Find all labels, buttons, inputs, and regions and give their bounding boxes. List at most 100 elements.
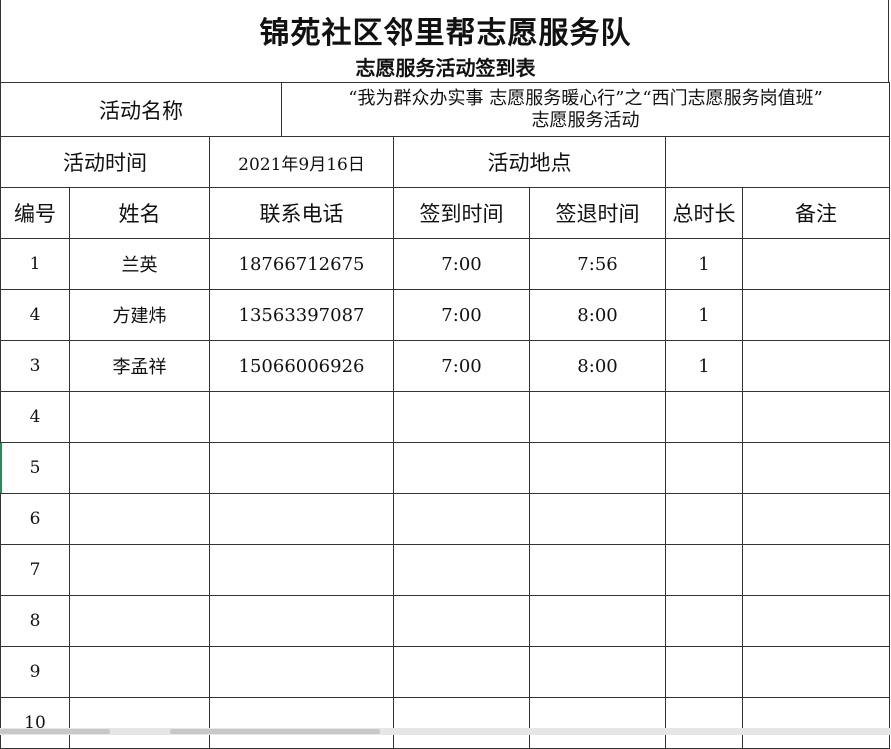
cell-signin-time[interactable]	[393, 391, 531, 443]
cell-number[interactable]: 7	[0, 544, 70, 596]
cell-number[interactable]: 1	[0, 238, 70, 290]
cell-name[interactable]	[69, 697, 210, 749]
cell-signout-time[interactable]: 7:56	[529, 238, 667, 290]
col-header-total-hours[interactable]: 总时长	[665, 187, 744, 239]
cell-notes[interactable]	[742, 340, 891, 392]
cell-notes[interactable]	[742, 391, 891, 443]
activity-place-value[interactable]	[665, 136, 891, 188]
activity-name-row: 活动名称 “我为群众办实事 志愿服务暖心行”之“西门志愿服务岗值班” 志愿服务活…	[0, 82, 891, 137]
sheet-title: 锦苑社区邻里帮志愿服务队	[259, 16, 632, 51]
table-row: 8	[0, 595, 891, 647]
table-body: 1 兰英 18766712675 7:00 7:56 1 4 方建炜 13563397087 7:…	[0, 238, 891, 749]
cell-notes[interactable]	[742, 697, 891, 749]
cell-name[interactable]: 兰英	[69, 238, 210, 290]
cell-signout-time[interactable]	[529, 646, 667, 698]
cell-notes[interactable]	[742, 544, 891, 596]
cell-phone[interactable]	[208, 493, 395, 545]
signin-sheet: 锦苑社区邻里帮志愿服务队 志愿服务活动签到表 活动名称 “我为群众办实事 志愿服…	[0, 0, 891, 749]
table-row: 10	[0, 697, 891, 749]
col-header-signout-time[interactable]: 签退时间	[529, 187, 667, 239]
cell-number[interactable]: 5	[0, 442, 70, 494]
scrollbar-thumb-secondary[interactable]	[170, 729, 380, 734]
cell-signin-time[interactable]: 7:00	[393, 340, 531, 392]
cell-number[interactable]: 8	[0, 595, 70, 647]
cell-total-hours[interactable]: 1	[665, 340, 744, 392]
cell-total-hours[interactable]	[665, 391, 744, 443]
cell-name[interactable]	[69, 544, 210, 596]
cell-signout-time[interactable]	[529, 697, 667, 749]
cell-total-hours[interactable]	[665, 544, 744, 596]
activity-name-line1: “我为群众办实事 志愿服务暖心行”之“西门志愿服务岗值班”	[348, 87, 823, 109]
activity-name-line2: 志愿服务活动	[531, 109, 640, 131]
cell-number[interactable]: 10	[0, 697, 70, 749]
cell-name[interactable]	[69, 493, 210, 545]
cell-signin-time[interactable]: 7:00	[393, 289, 531, 341]
cell-phone[interactable]	[208, 544, 395, 596]
cell-signin-time[interactable]	[393, 595, 531, 647]
cell-signin-time[interactable]: 7:00	[393, 238, 531, 290]
cell-phone[interactable]: 13563397087	[208, 289, 395, 341]
cell-signout-time[interactable]: 8:00	[529, 289, 667, 341]
cell-name[interactable]	[69, 595, 210, 647]
cell-signin-time[interactable]	[393, 442, 531, 494]
cell-name[interactable]	[69, 391, 210, 443]
cell-phone[interactable]: 18766712675	[208, 238, 395, 290]
cell-phone[interactable]	[208, 442, 395, 494]
cell-name[interactable]	[69, 442, 210, 494]
cell-number[interactable]: 9	[0, 646, 70, 698]
cell-signout-time[interactable]	[529, 595, 667, 647]
table-row: 9	[0, 646, 891, 698]
cell-name[interactable]: 李孟祥	[69, 340, 210, 392]
cell-signout-time[interactable]: 8:00	[529, 340, 667, 392]
cell-total-hours[interactable]: 1	[665, 238, 744, 290]
cell-signin-time[interactable]	[393, 544, 531, 596]
cell-signin-time[interactable]	[393, 646, 531, 698]
activity-time-row: 活动时间 2021年9月16日 活动地点	[0, 136, 891, 188]
col-header-signin-time[interactable]: 签到时间	[393, 187, 531, 239]
col-header-name[interactable]: 姓名	[69, 187, 210, 239]
cell-notes[interactable]	[742, 442, 891, 494]
table-row: 1 兰英 18766712675 7:00 7:56 1	[0, 238, 891, 290]
col-header-number[interactable]: 编号	[0, 187, 70, 239]
cell-notes[interactable]	[742, 289, 891, 341]
cell-phone[interactable]	[208, 595, 395, 647]
cell-signout-time[interactable]	[529, 544, 667, 596]
cell-total-hours[interactable]: 1	[665, 289, 744, 341]
cell-phone[interactable]	[208, 391, 395, 443]
cell-notes[interactable]	[742, 646, 891, 698]
cell-number[interactable]: 4	[0, 391, 70, 443]
activity-name-label[interactable]: 活动名称	[0, 82, 283, 137]
cell-name[interactable]	[69, 646, 210, 698]
cell-phone[interactable]: 15066006926	[208, 340, 395, 392]
col-header-notes[interactable]: 备注	[742, 187, 891, 239]
cell-total-hours[interactable]	[665, 493, 744, 545]
cell-signin-time[interactable]	[393, 697, 531, 749]
cell-phone[interactable]	[208, 697, 395, 749]
row-indicator	[0, 443, 2, 493]
cell-name[interactable]: 方建炜	[69, 289, 210, 341]
activity-place-label[interactable]: 活动地点	[393, 136, 667, 188]
cell-signout-time[interactable]	[529, 493, 667, 545]
cell-total-hours[interactable]	[665, 595, 744, 647]
cell-signout-time[interactable]	[529, 391, 667, 443]
col-header-phone[interactable]: 联系电话	[208, 187, 395, 239]
cell-notes[interactable]	[742, 238, 891, 290]
cell-number[interactable]: 6	[0, 493, 70, 545]
cell-signout-time[interactable]	[529, 442, 667, 494]
scrollbar-thumb[interactable]	[0, 729, 110, 734]
cell-total-hours[interactable]	[665, 646, 744, 698]
activity-time-value[interactable]: 2021年9月16日	[208, 136, 395, 188]
cell-number[interactable]: 4	[0, 289, 70, 341]
cell-signin-time[interactable]	[393, 493, 531, 545]
activity-time-label[interactable]: 活动时间	[0, 136, 210, 188]
cell-notes[interactable]	[742, 595, 891, 647]
cell-number[interactable]: 3	[0, 340, 70, 392]
cell-total-hours[interactable]	[665, 442, 744, 494]
cell-phone[interactable]	[208, 646, 395, 698]
table-row: 7	[0, 544, 891, 596]
cell-notes[interactable]	[742, 493, 891, 545]
cell-total-hours[interactable]	[665, 697, 744, 749]
horizontal-scrollbar[interactable]	[0, 728, 891, 735]
header-row: 编号 姓名 联系电话 签到时间 签退时间 总时长 备注	[0, 187, 891, 239]
activity-name-cell[interactable]: “我为群众办实事 志愿服务暖心行”之“西门志愿服务岗值班” 志愿服务活动	[281, 82, 891, 137]
